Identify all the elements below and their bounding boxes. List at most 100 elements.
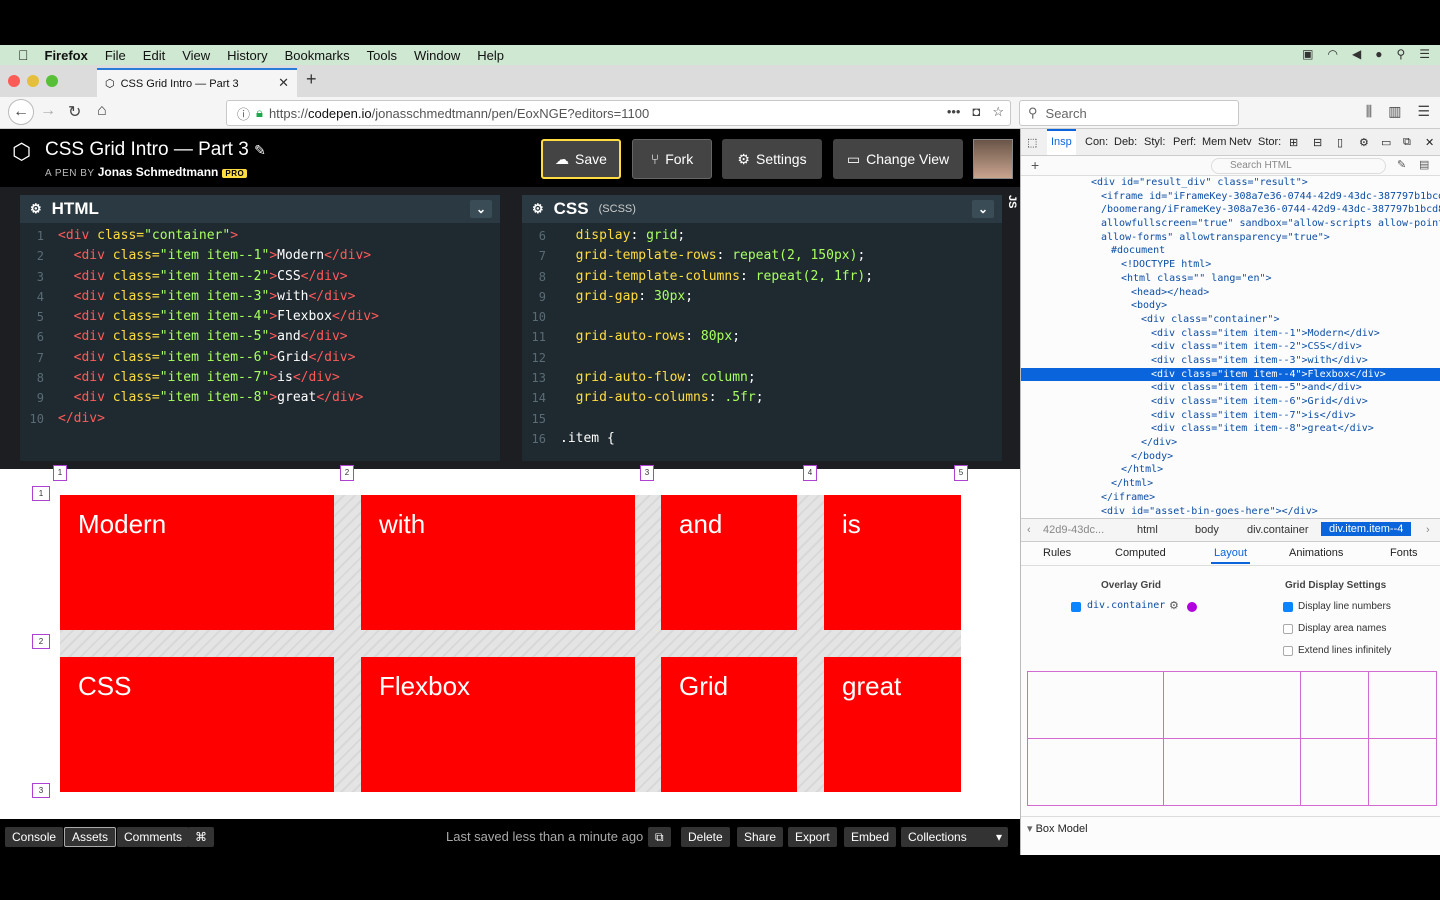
tab-style-editor[interactable]: Styl:	[1144, 136, 1165, 148]
separate-window-icon[interactable]: ⧉	[1403, 136, 1411, 149]
breadcrumb-item[interactable]: div.container	[1247, 524, 1309, 536]
tab-rules[interactable]: Rules	[1043, 547, 1071, 559]
markup-node[interactable]: <div class="item item--6">Grid</div>	[1021, 395, 1440, 409]
minimize-window-icon[interactable]	[27, 75, 39, 87]
breadcrumb-back-icon[interactable]: ‹	[1027, 524, 1031, 536]
extend-lines-checkbox[interactable]	[1283, 646, 1293, 656]
camera-icon[interactable]: ▣	[1302, 47, 1313, 61]
page-actions-icon[interactable]: •••	[947, 104, 961, 120]
library-icon[interactable]: ⫼	[1366, 103, 1372, 120]
breadcrumb-forward-icon[interactable]: ›	[1426, 524, 1430, 536]
grid-highlight-icon[interactable]: ⚙	[1169, 599, 1179, 612]
close-window-icon[interactable]	[8, 75, 20, 87]
author-name[interactable]: Jonas Schmedtmann	[98, 165, 219, 179]
dock-icon[interactable]: ▭	[1381, 136, 1391, 149]
html-code[interactable]: 1 <div class= "container" >2 <div class= "it…	[20, 223, 500, 429]
markup-node[interactable]: allowfullscreen="true" sandbox="allow-sc…	[1021, 217, 1440, 231]
close-tab-icon[interactable]: ✕	[278, 75, 289, 91]
save-button[interactable]: ☁ Save	[541, 139, 621, 179]
tab-animations[interactable]: Animations	[1289, 547, 1343, 559]
markup-node[interactable]: <div class="item item--4">Flexbox</div>	[1021, 367, 1440, 382]
console-button[interactable]: Console	[5, 827, 64, 847]
menu-view[interactable]: View	[182, 48, 210, 63]
info-icon[interactable]: ⓘ	[237, 104, 250, 123]
tab-inspector[interactable]: Insp	[1047, 129, 1076, 155]
css-settings-gear-icon[interactable]: ⚙	[532, 201, 544, 217]
sidebar-toggle-icon[interactable]: ▤	[1419, 158, 1429, 171]
add-node-icon[interactable]: +	[1031, 157, 1039, 173]
devtools-settings-gear-icon[interactable]: ⚙	[1359, 136, 1369, 149]
box-model-section[interactable]: ▾ Box Model	[1021, 816, 1440, 838]
html-settings-gear-icon[interactable]: ⚙	[30, 201, 42, 217]
markup-node[interactable]: </body>	[1021, 450, 1440, 464]
markup-node[interactable]: #document	[1021, 244, 1440, 258]
avatar[interactable]	[973, 139, 1013, 179]
overlay-container-checkbox[interactable]	[1071, 602, 1081, 612]
menu-tools[interactable]: Tools	[367, 48, 397, 63]
markup-node[interactable]: </iframe>	[1021, 491, 1440, 505]
share-button[interactable]: Share	[737, 827, 784, 847]
forward-icon[interactable]: →	[40, 102, 56, 120]
markup-node[interactable]: <div class="item item--3">with</div>	[1021, 354, 1440, 368]
notifications-icon[interactable]: ☰	[1419, 47, 1430, 61]
breadcrumb-item[interactable]: body	[1195, 524, 1219, 536]
volume-icon[interactable]: ◀	[1352, 47, 1361, 61]
markup-node[interactable]: <!DOCTYPE html>	[1021, 258, 1440, 272]
browser-tab[interactable]: ⬡ CSS Grid Intro — Part 3 ✕	[97, 68, 297, 97]
markup-node[interactable]: <div class="item item--7">is</div>	[1021, 409, 1440, 423]
comments-button[interactable]: Comments	[117, 827, 190, 847]
markup-node[interactable]: /boomerang/iFrameKey-308a7e36-0744-42d9-…	[1021, 203, 1440, 217]
tab-network[interactable]: Netv	[1229, 136, 1252, 148]
menu-bookmarks[interactable]: Bookmarks	[285, 48, 350, 63]
tab-debugger[interactable]: Deb:	[1114, 136, 1137, 148]
menu-help[interactable]: Help	[477, 48, 504, 63]
area-names-checkbox[interactable]	[1283, 624, 1293, 634]
collections-button[interactable]: Collections ▾	[901, 827, 1008, 847]
embed-button[interactable]: Embed	[844, 827, 897, 847]
element-picker-icon[interactable]: ⬚	[1027, 136, 1037, 149]
markup-node[interactable]: <div class="item item--5">and</div>	[1021, 381, 1440, 395]
markup-node[interactable]: <div class="item item--2">CSS</div>	[1021, 340, 1440, 354]
markup-node[interactable]: <div class="container">	[1021, 313, 1440, 327]
responsive-icon[interactable]: ⊞	[1289, 136, 1298, 149]
apple-icon[interactable]: 	[18, 47, 29, 63]
menu-file[interactable]: File	[105, 48, 126, 63]
shortcuts-button[interactable]: ⌘	[188, 827, 214, 847]
markup-node[interactable]: </html>	[1021, 477, 1440, 491]
tab-fonts[interactable]: Fonts	[1390, 547, 1418, 559]
line-numbers-checkbox[interactable]	[1283, 602, 1293, 612]
open-external-icon[interactable]: ⧉	[648, 827, 671, 847]
assets-button[interactable]: Assets	[64, 827, 117, 847]
menu-window[interactable]: Window	[414, 48, 460, 63]
pen-title[interactable]: CSS Grid Intro — Part 3 ✎	[45, 139, 266, 161]
markup-node[interactable]: <head></head>	[1021, 286, 1440, 300]
zoom-window-icon[interactable]	[46, 75, 58, 87]
split-console-icon[interactable]: ⊟	[1313, 136, 1322, 149]
html-editor[interactable]: ⚙ HTML ⌄ 1 <div class= "container" >2 <div …	[20, 195, 500, 461]
edit-pencil-icon[interactable]: ✎	[254, 142, 266, 158]
js-editor-collapsed[interactable]: JS	[1004, 195, 1018, 461]
breadcrumb-item[interactable]: html	[1137, 524, 1158, 536]
markup-view[interactable]: <div id="result_div" class="result"> <ifr…	[1021, 176, 1440, 518]
tab-memory[interactable]: Mem	[1202, 136, 1226, 148]
markup-node[interactable]: <div id="asset-bin-goes-here"></div>	[1021, 505, 1440, 519]
url-bar[interactable]: ⓘ 🔒︎ https://codepen.io/jonasschmedtmann…	[226, 100, 1011, 126]
markup-node[interactable]: <iframe id="iFrameKey-308a7e36-0744-42d9…	[1021, 190, 1440, 204]
menu-edit[interactable]: Edit	[143, 48, 165, 63]
settings-button[interactable]: ⚙ Settings	[722, 139, 822, 179]
markup-node[interactable]: <body>	[1021, 299, 1440, 313]
screenshot-icon[interactable]: ▯	[1337, 136, 1343, 149]
markup-node[interactable]: </html>	[1021, 463, 1440, 477]
spotlight-icon[interactable]: ⚲	[1396, 47, 1405, 61]
grid-outline-preview[interactable]	[1027, 671, 1437, 806]
css-code[interactable]: 6 display: grid; 7 grid-template-rows: re…	[522, 223, 1002, 449]
css-collapse-chevron-icon[interactable]: ⌄	[971, 200, 994, 218]
user-icon[interactable]: ●	[1375, 47, 1382, 61]
tab-performance[interactable]: Perf:	[1173, 136, 1196, 148]
fork-button[interactable]: ⑂ Fork	[632, 139, 712, 179]
eyedropper-icon[interactable]: ✎	[1397, 158, 1406, 171]
export-button[interactable]: Export	[788, 827, 837, 847]
markup-node[interactable]: allow-forms" allowtransparency="true">	[1021, 231, 1440, 245]
css-editor[interactable]: ⚙ CSS (SCSS) ⌄ 6 display: grid; 7 grid-te…	[522, 195, 1002, 461]
home-icon[interactable]: ⌂	[97, 102, 107, 120]
